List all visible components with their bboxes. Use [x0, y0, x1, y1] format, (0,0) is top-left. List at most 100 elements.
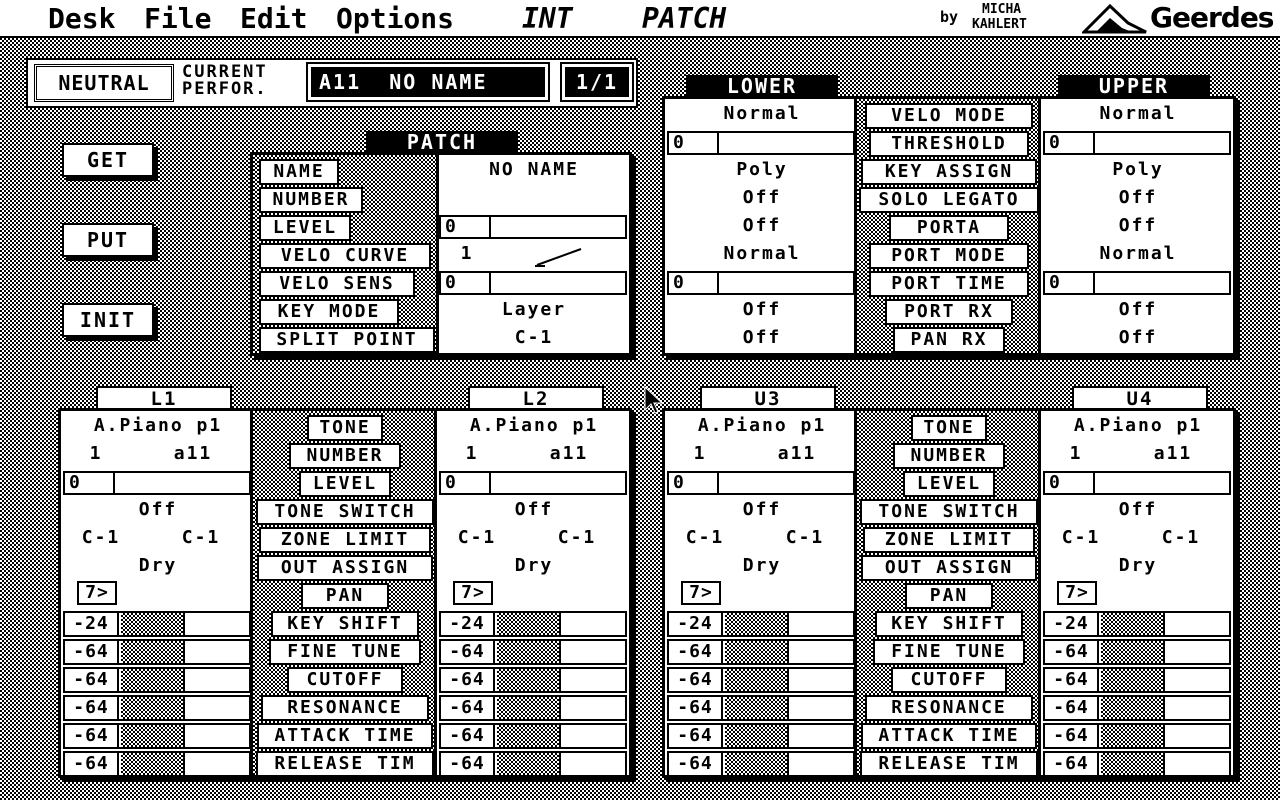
- part-tone-switch[interactable]: Off: [63, 499, 253, 521]
- part-pan-value[interactable]: 7>: [681, 581, 721, 605]
- part-param-slider[interactable]: -64: [1043, 639, 1231, 665]
- performance-page[interactable]: 1/1: [560, 62, 634, 102]
- menu-edit[interactable]: Edit: [240, 2, 307, 36]
- part-tab-2[interactable]: U3: [700, 386, 836, 410]
- upper-pan-rx-value[interactable]: Off: [1043, 327, 1233, 349]
- part-param-slider[interactable]: -24: [667, 611, 855, 637]
- menu-desk[interactable]: Desk: [48, 2, 115, 36]
- part-param-slider[interactable]: -64: [1043, 667, 1231, 693]
- part-level-slider[interactable]: 0: [667, 471, 855, 495]
- init-button[interactable]: INIT: [62, 303, 154, 337]
- part-tone-number[interactable]: 1: [457, 443, 487, 465]
- part-param-slider[interactable]: -64: [63, 667, 251, 693]
- part-pan-value[interactable]: 7>: [453, 581, 493, 605]
- part-param-slider[interactable]: -64: [1043, 695, 1231, 721]
- part-level-slider[interactable]: 0: [439, 471, 627, 495]
- part-param-slider[interactable]: -64: [63, 723, 251, 749]
- patch-level-slider[interactable]: 0: [439, 215, 627, 239]
- lower-solo-legato-value[interactable]: Off: [667, 187, 857, 209]
- part-param-slider[interactable]: -24: [1043, 611, 1231, 637]
- lower-key-assign-value[interactable]: Poly: [667, 159, 857, 181]
- part-param-slider[interactable]: -24: [439, 611, 627, 637]
- part-pan-value[interactable]: 7>: [1057, 581, 1097, 605]
- part-param-slider[interactable]: -64: [1043, 723, 1231, 749]
- part-tone-group[interactable]: a11: [539, 443, 599, 465]
- part-param-slider[interactable]: -64: [667, 751, 855, 777]
- upper-port-mode-value[interactable]: Normal: [1043, 243, 1233, 265]
- performance-name[interactable]: A11 NO NAME: [306, 62, 550, 102]
- patch-split-point-value[interactable]: C-1: [439, 327, 629, 349]
- part-level-slider[interactable]: 0: [63, 471, 251, 495]
- part-tone-name[interactable]: A.Piano p1: [439, 415, 629, 437]
- upper-threshold-slider[interactable]: 0: [1043, 131, 1231, 155]
- part-zone-low[interactable]: C-1: [77, 527, 125, 549]
- part-tone-switch[interactable]: Off: [667, 499, 857, 521]
- patch-name-value[interactable]: NO NAME: [439, 159, 629, 181]
- part-zone-low[interactable]: C-1: [453, 527, 501, 549]
- neutral-button[interactable]: NEUTRAL: [34, 64, 174, 102]
- part-out-assign[interactable]: Dry: [1043, 555, 1233, 577]
- part-zone-low[interactable]: C-1: [681, 527, 729, 549]
- put-button[interactable]: PUT: [62, 223, 154, 257]
- part-param-slider[interactable]: -64: [1043, 751, 1231, 777]
- part-level-slider[interactable]: 0: [1043, 471, 1231, 495]
- part-param-slider[interactable]: -64: [667, 723, 855, 749]
- part-tab-0[interactable]: L1: [96, 386, 232, 410]
- part-pan-value[interactable]: 7>: [77, 581, 117, 605]
- part-param-slider[interactable]: -64: [667, 639, 855, 665]
- part-tab-1[interactable]: L2: [468, 386, 604, 410]
- menu-options[interactable]: Options: [336, 2, 454, 36]
- part-out-assign[interactable]: Dry: [63, 555, 253, 577]
- part-param-slider[interactable]: -64: [439, 639, 627, 665]
- lower-porta-value[interactable]: Off: [667, 215, 857, 237]
- part-zone-high[interactable]: C-1: [177, 527, 225, 549]
- part-zone-high[interactable]: C-1: [553, 527, 601, 549]
- menu-file[interactable]: File: [144, 2, 211, 36]
- part-tone-group[interactable]: a11: [767, 443, 827, 465]
- part-tone-name[interactable]: A.Piano p1: [667, 415, 857, 437]
- patch-velo-sens-value: 0: [441, 273, 491, 293]
- lower-velo-mode-value[interactable]: Normal: [667, 103, 857, 125]
- part-param-slider[interactable]: -64: [63, 695, 251, 721]
- upper-solo-legato-value[interactable]: Off: [1043, 187, 1233, 209]
- patch-velo-curve-value[interactable]: 1: [457, 243, 477, 265]
- upper-port-time-slider[interactable]: 0: [1043, 271, 1231, 295]
- part-tone-name[interactable]: A.Piano p1: [63, 415, 253, 437]
- part-param-slider[interactable]: -64: [439, 751, 627, 777]
- part-tab-3[interactable]: U4: [1072, 386, 1208, 410]
- part-param-slider[interactable]: -64: [439, 695, 627, 721]
- lower-port-time-slider[interactable]: 0: [667, 271, 855, 295]
- part-tone-name[interactable]: A.Piano p1: [1043, 415, 1233, 437]
- part-zone-high[interactable]: C-1: [781, 527, 829, 549]
- part-param-slider[interactable]: -64: [439, 723, 627, 749]
- upper-port-rx-value[interactable]: Off: [1043, 299, 1233, 321]
- part-tone-number[interactable]: 1: [1061, 443, 1091, 465]
- part-tone-switch[interactable]: Off: [1043, 499, 1233, 521]
- patch-key-mode-value[interactable]: Layer: [439, 299, 629, 321]
- part-tone-number[interactable]: 1: [685, 443, 715, 465]
- upper-key-assign-value[interactable]: Poly: [1043, 159, 1233, 181]
- lower-port-rx-value[interactable]: Off: [667, 299, 857, 321]
- part-tone-group[interactable]: a11: [1143, 443, 1203, 465]
- part-out-assign[interactable]: Dry: [667, 555, 857, 577]
- part-param-slider[interactable]: -64: [439, 667, 627, 693]
- part-zone-low[interactable]: C-1: [1057, 527, 1105, 549]
- part-tone-group[interactable]: a11: [163, 443, 223, 465]
- part-param-slider[interactable]: -64: [63, 751, 251, 777]
- upper-velo-mode-value[interactable]: Normal: [1043, 103, 1233, 125]
- upper-porta-value[interactable]: Off: [1043, 215, 1233, 237]
- part-out-assign[interactable]: Dry: [439, 555, 629, 577]
- lower-port-mode-value[interactable]: Normal: [667, 243, 857, 265]
- part-param-slider[interactable]: -64: [667, 667, 855, 693]
- get-button[interactable]: GET: [62, 143, 154, 177]
- lower-pan-rx-value[interactable]: Off: [667, 327, 857, 349]
- part-param-slider[interactable]: -24: [63, 611, 251, 637]
- part-tone-switch[interactable]: Off: [439, 499, 629, 521]
- part-param-slider[interactable]: -64: [63, 639, 251, 665]
- part-param-slider[interactable]: -64: [667, 695, 855, 721]
- patch-velo-sens-slider[interactable]: 0: [439, 271, 627, 295]
- part-tone-number[interactable]: 1: [81, 443, 111, 465]
- lower-threshold-slider[interactable]: 0: [667, 131, 855, 155]
- part-zone-high[interactable]: C-1: [1157, 527, 1205, 549]
- patch-level-value: 0: [441, 217, 491, 237]
